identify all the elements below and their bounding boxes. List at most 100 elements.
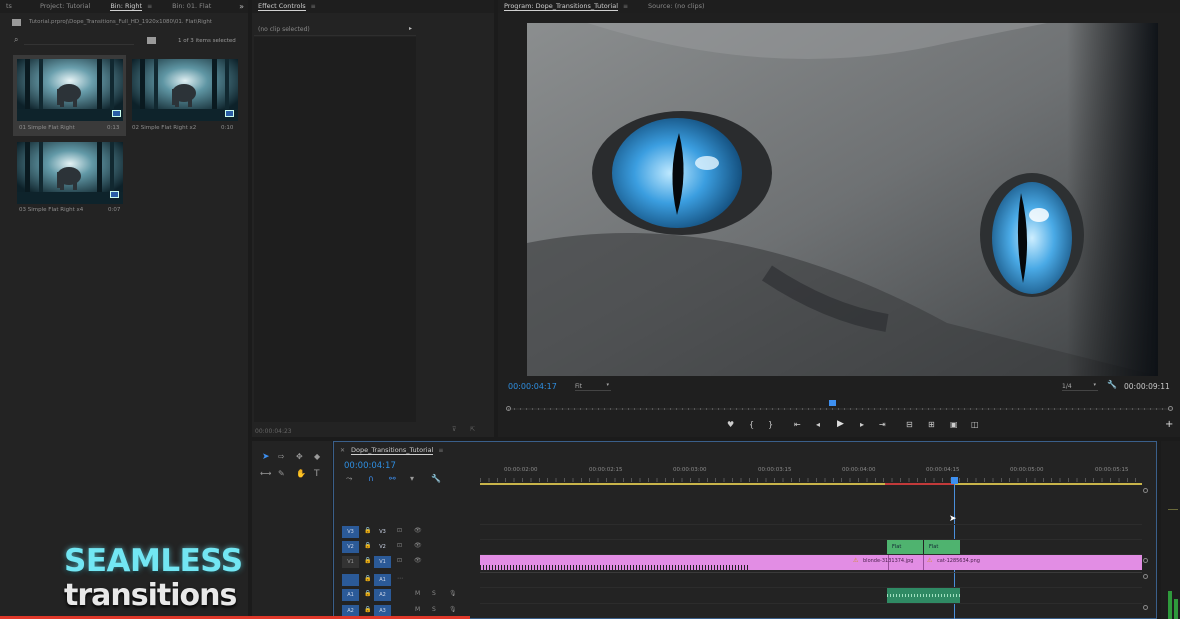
- mute-button[interactable]: M: [415, 590, 420, 597]
- lock-icon[interactable]: 🔒: [364, 557, 371, 564]
- filter-icon[interactable]: ⊽: [452, 427, 456, 433]
- go-to-out-icon[interactable]: ⇥: [879, 421, 886, 429]
- sync-lock-icon[interactable]: ⊡: [397, 527, 402, 534]
- mark-in-icon[interactable]: {: [749, 421, 754, 429]
- tab-sequence[interactable]: Dope_Transitions_Tutorial ≡: [345, 444, 453, 457]
- fit-dropdown[interactable]: Fit ▾: [575, 382, 611, 391]
- resolution-dropdown[interactable]: 1/4 ▾: [1062, 382, 1098, 391]
- lift-icon[interactable]: ⊟: [906, 421, 913, 429]
- scroll-handle[interactable]: [1143, 574, 1148, 579]
- eye-icon[interactable]: 👁: [414, 542, 422, 549]
- step-back-icon[interactable]: ◂: [816, 421, 820, 429]
- timeline-clip-v1[interactable]: ⚠ blonde-3131374.jpg ⚠ cat-1285634.png: [480, 555, 1142, 570]
- timeline-current-time[interactable]: 00:00:04:17: [344, 461, 396, 471]
- settings-wrench-icon[interactable]: 🔧: [1107, 381, 1117, 389]
- cat-eyes-image: [527, 23, 1158, 376]
- linked-selection-icon[interactable]: ⚯: [389, 475, 396, 483]
- nest-icon[interactable]: ⤳: [346, 475, 352, 483]
- new-bin-icon[interactable]: [147, 37, 156, 44]
- export-icon[interactable]: ⇱: [470, 427, 475, 433]
- lock-icon[interactable]: 🔒: [364, 575, 371, 582]
- source-patch-a2[interactable]: A1: [342, 589, 359, 601]
- mute-button[interactable]: M: [415, 606, 420, 613]
- mark-out-icon[interactable]: }: [768, 421, 773, 429]
- timeline-clip-audio[interactable]: [887, 588, 960, 603]
- expand-arrow-icon[interactable]: ▸: [409, 25, 412, 32]
- tab-menu-icon[interactable]: ≡: [311, 0, 316, 13]
- step-forward-icon[interactable]: ▸: [860, 421, 864, 429]
- scroll-handle[interactable]: [1143, 558, 1148, 563]
- track-name-v2[interactable]: V2: [374, 541, 391, 553]
- tab-menu-icon[interactable]: ≡: [438, 444, 443, 457]
- search-input[interactable]: [24, 35, 134, 45]
- track-select-tool-icon[interactable]: ⇨: [278, 453, 285, 461]
- tab-bin-right-label: Bin: Right: [110, 2, 143, 11]
- slip-tool-icon[interactable]: ⟷: [260, 470, 271, 478]
- scroll-handle[interactable]: [1143, 488, 1148, 493]
- go-to-in-icon[interactable]: ⇤: [794, 421, 801, 429]
- pen-tool-icon[interactable]: ✎: [278, 470, 285, 478]
- tab-ts[interactable]: ts: [0, 0, 18, 13]
- project-tabbar: ts Project: Tutorial Bin: Right ≡ Bin: 01…: [0, 0, 248, 13]
- sync-lock-icon[interactable]: ⋯: [397, 575, 403, 582]
- clip-tile-1[interactable]: 01 Simple Flat Right 0:13: [13, 55, 126, 136]
- mic-icon[interactable]: 🎙: [449, 590, 457, 597]
- tab-project[interactable]: Project: Tutorial: [18, 0, 100, 13]
- lock-icon[interactable]: 🔒: [364, 527, 371, 534]
- ripple-edit-tool-icon[interactable]: ✥: [296, 453, 303, 461]
- tab-program[interactable]: Program: Dope_Transitions_Tutorial ≡: [498, 0, 638, 13]
- timeline-playhead-handle[interactable]: [951, 477, 958, 484]
- lock-icon[interactable]: 🔒: [364, 590, 371, 597]
- program-current-time[interactable]: 00:00:04:17: [508, 382, 557, 391]
- timeline-clip-fx-2[interactable]: Flat: [924, 540, 960, 554]
- track-name-v3[interactable]: V3: [374, 526, 391, 538]
- sync-lock-icon[interactable]: ⊡: [397, 542, 402, 549]
- tab-source[interactable]: Source: (no clips): [638, 0, 715, 13]
- snap-icon[interactable]: ∩: [368, 475, 374, 483]
- tab-bin-right[interactable]: Bin: Right ≡: [100, 0, 162, 13]
- timeline-settings-icon[interactable]: 🔧: [431, 475, 441, 483]
- solo-button[interactable]: S: [432, 590, 436, 597]
- close-tab-icon[interactable]: ✕: [334, 447, 345, 454]
- tab-menu-icon[interactable]: ≡: [623, 0, 628, 13]
- extract-icon[interactable]: ⊞: [928, 421, 935, 429]
- play-icon[interactable]: ▶: [837, 420, 844, 429]
- search-icon[interactable]: ⌕: [14, 36, 18, 44]
- tab-bin-flat[interactable]: Bin: 01. Flat: [162, 0, 221, 13]
- eye-icon[interactable]: 👁: [414, 557, 422, 564]
- timeline-clip-fx-1[interactable]: Flat: [887, 540, 923, 554]
- add-button-icon[interactable]: +: [1165, 420, 1173, 430]
- eye-icon[interactable]: 👁: [414, 527, 422, 534]
- panel-overflow-icon[interactable]: »: [235, 0, 248, 13]
- track-name-a2[interactable]: A2: [374, 589, 391, 601]
- clip-duration-2: 0:10: [221, 125, 234, 131]
- type-tool-icon[interactable]: T: [314, 470, 320, 479]
- playhead-marker[interactable]: [829, 400, 836, 406]
- clip-tile-2[interactable]: 02 Simple Flat Right x2 0:10: [128, 55, 241, 136]
- timeline-ruler[interactable]: 00:00:02:00 00:00:02:15 00:00:03:00 00:0…: [480, 462, 1142, 486]
- program-scrub-bar[interactable]: [506, 400, 1173, 412]
- track-name-v1[interactable]: V1: [374, 556, 391, 568]
- source-patch-a1[interactable]: [342, 574, 359, 586]
- sync-lock-icon[interactable]: ⊡: [397, 557, 402, 564]
- razor-tool-icon[interactable]: ◆: [314, 453, 320, 461]
- solo-button[interactable]: S: [432, 606, 436, 613]
- comparison-view-icon[interactable]: ◫: [971, 421, 979, 429]
- selection-tool-icon[interactable]: ➤: [262, 453, 270, 462]
- lock-icon[interactable]: 🔒: [364, 542, 371, 549]
- clip-tile-3[interactable]: 03 Simple Flat Right x4 0:07: [13, 138, 126, 219]
- source-patch-v3[interactable]: V3: [342, 526, 359, 538]
- source-patch-v2[interactable]: V2: [342, 541, 359, 553]
- export-frame-icon[interactable]: ▣: [950, 421, 958, 429]
- tab-menu-icon[interactable]: ≡: [147, 0, 152, 13]
- add-marker-icon[interactable]: ♥: [727, 421, 734, 429]
- tab-effect-controls[interactable]: Effect Controls ≡: [252, 0, 326, 13]
- scroll-handle[interactable]: [1143, 605, 1148, 610]
- lock-icon[interactable]: 🔒: [364, 606, 371, 613]
- mic-icon[interactable]: 🎙: [449, 606, 457, 613]
- track-name-a1[interactable]: A1: [374, 574, 391, 586]
- hand-tool-icon[interactable]: ✋: [296, 470, 306, 478]
- work-area-bar[interactable]: [480, 483, 1142, 485]
- add-marker-icon[interactable]: ▾: [410, 475, 414, 483]
- source-patch-v1[interactable]: V1: [342, 556, 359, 568]
